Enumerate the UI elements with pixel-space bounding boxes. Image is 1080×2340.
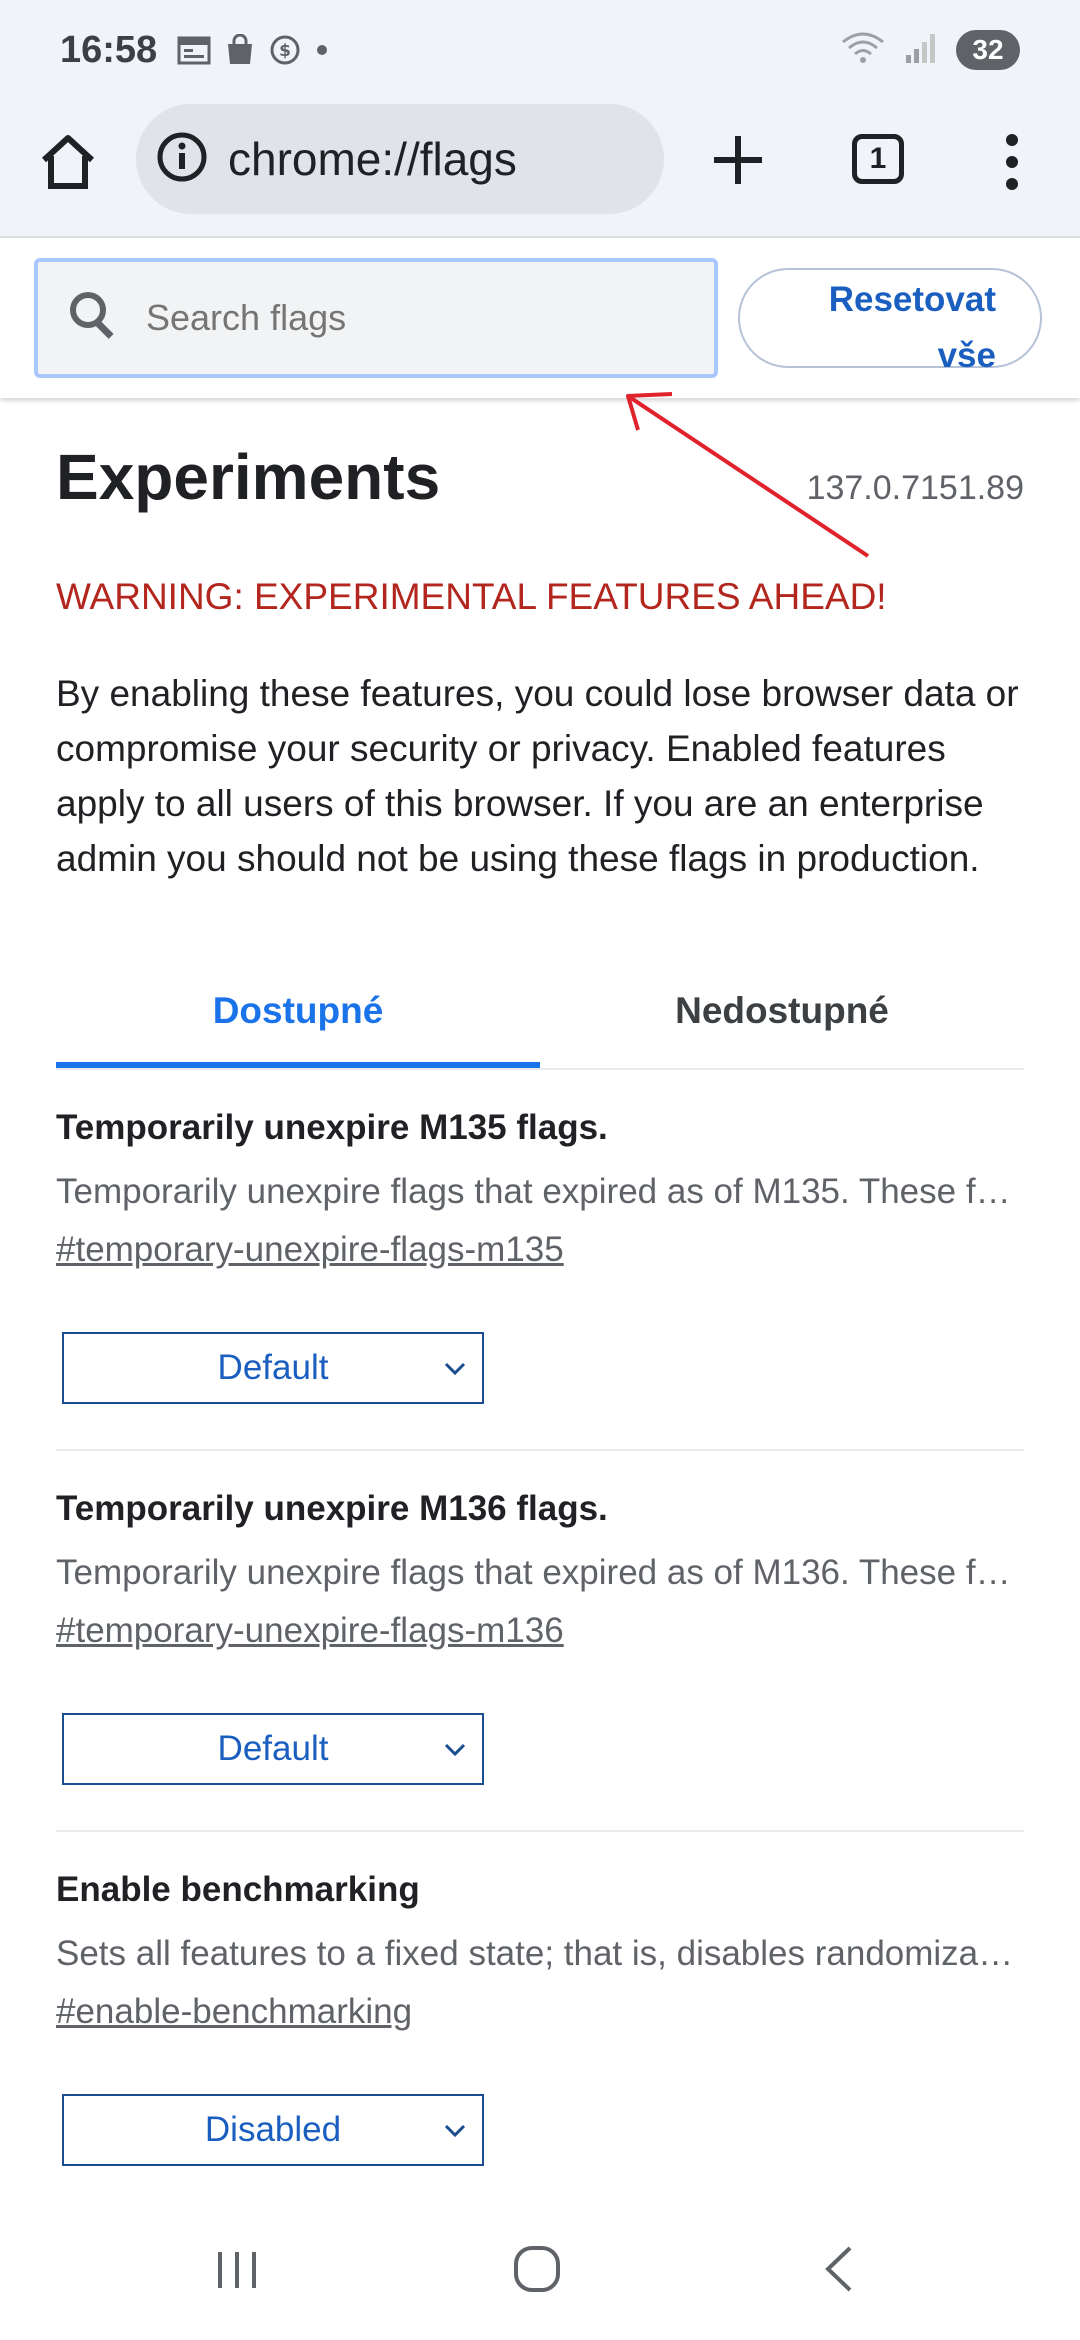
main-content: Experiments 137.0.7151.89 WARNING: EXPER… (56, 398, 1024, 2213)
reset-label-line2: vše (937, 336, 996, 375)
system-nav-bar (0, 2204, 1080, 2340)
recents-button[interactable] (212, 2244, 262, 2299)
annotation-arrow-icon (626, 392, 870, 558)
reset-label-line1: Resetovat (828, 280, 996, 319)
browser-toolbar: chrome://flags 1 (0, 100, 1080, 238)
wifi-icon (840, 30, 886, 71)
flag-item: Temporarily unexpire M135 flags. Tempora… (56, 1070, 1024, 1451)
search-box[interactable] (34, 258, 718, 378)
page-title: Experiments (56, 441, 441, 513)
back-icon (825, 2246, 852, 2292)
flag-anchor-link[interactable]: #temporary-unexpire-flags-m135 (56, 1230, 564, 1270)
flag-description: Temporarily unexpire flags that expired … (56, 1172, 1016, 1211)
flag-anchor-link[interactable]: #temporary-unexpire-flags-m136 (56, 1611, 564, 1651)
tab-unavailable[interactable]: Nedostupné (540, 946, 1024, 1068)
status-time: 16:58 (60, 28, 158, 71)
flag-name: Temporarily unexpire M136 flags. (56, 1489, 608, 1528)
shopping-bag-icon (225, 34, 255, 66)
flag-description: Temporarily unexpire flags that expired … (56, 1553, 1016, 1592)
battery-indicator: 32 (956, 30, 1020, 70)
tab-bar: Dostupné Nedostupné (56, 946, 1024, 1070)
tab-available[interactable]: Dostupné (56, 946, 540, 1068)
flag-description: Sets all features to a fixed state; that… (56, 1934, 1016, 1973)
dot-icon (315, 43, 329, 57)
flag-item: Enable benchmarking Sets all features to… (56, 1832, 1024, 2213)
warning-text: WARNING: EXPERIMENTAL FEATURES AHEAD! (56, 576, 887, 617)
flag-name: Temporarily unexpire M135 flags. (56, 1108, 608, 1147)
flag-state-select[interactable]: Default (62, 1332, 484, 1404)
chevron-down-icon (444, 1362, 466, 1376)
status-bar: 16:58 $ 32 (0, 0, 1080, 100)
more-menu-button[interactable] (1000, 130, 1024, 194)
svg-text:$: $ (279, 41, 291, 61)
more-vert-icon (1006, 134, 1018, 190)
plus-icon (714, 136, 762, 184)
home-button[interactable] (36, 130, 100, 194)
chevron-down-icon (444, 1743, 466, 1757)
flag-name: Enable benchmarking (56, 1870, 420, 1909)
reset-all-button[interactable]: Resetovat vše (738, 268, 1042, 375)
search-icon (66, 288, 122, 349)
flag-state-value: Default (217, 1348, 329, 1387)
home-nav-button[interactable] (512, 2244, 562, 2299)
flag-state-select[interactable]: Disabled (62, 2094, 484, 2166)
home-nav-icon (514, 2246, 560, 2292)
signal-icon (904, 31, 938, 70)
address-bar[interactable]: chrome://flags (136, 104, 664, 214)
currency-icon: $ (269, 34, 301, 66)
flags-search-header: Resetovat vše (0, 240, 1080, 398)
flag-state-value: Disabled (204, 2110, 342, 2149)
tab-switcher-button[interactable]: 1 (852, 134, 904, 184)
intro-text: By enabling these features, you could lo… (56, 673, 1019, 879)
chevron-down-icon (444, 2124, 466, 2138)
site-info-icon[interactable] (156, 131, 208, 188)
back-button[interactable] (816, 2244, 866, 2299)
url-text: chrome://flags (228, 133, 517, 185)
flag-anchor-link[interactable]: #enable-benchmarking (56, 1992, 412, 2032)
home-icon (41, 135, 95, 189)
recents-icon (218, 2252, 256, 2288)
search-input[interactable] (146, 297, 686, 339)
calendar-icon (177, 35, 211, 65)
new-tab-button[interactable] (708, 130, 768, 190)
flag-state-select[interactable]: Default (62, 1713, 484, 1785)
flag-item: Temporarily unexpire M136 flags. Tempora… (56, 1451, 1024, 1832)
flag-state-value: Default (217, 1729, 329, 1768)
notification-icons: $ (177, 34, 329, 66)
